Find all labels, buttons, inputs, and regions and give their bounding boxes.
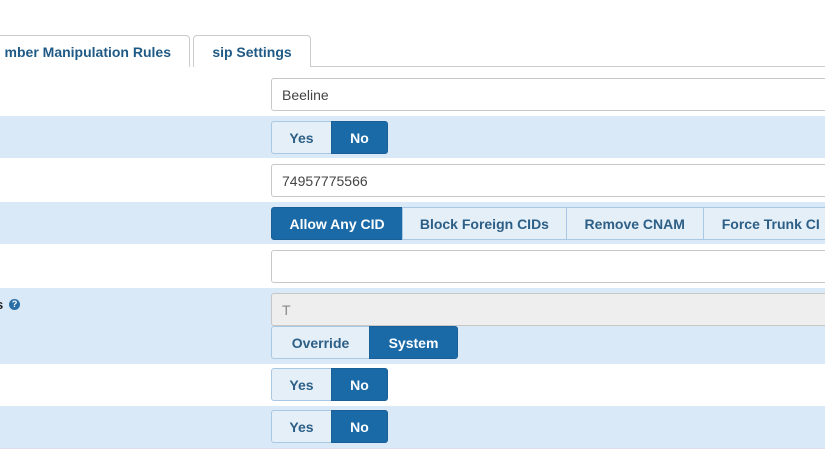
trunk-name-input[interactable]: Beeline bbox=[271, 78, 825, 111]
text-input[interactable] bbox=[271, 250, 825, 283]
yes-no-toggle-b: Yes No bbox=[271, 410, 388, 443]
tab-divider bbox=[311, 66, 825, 67]
trunk-name-row: Beeline bbox=[0, 75, 825, 116]
tab-number-manipulation-rules[interactable]: mber Manipulation Rules bbox=[0, 35, 190, 67]
cid-options-group: Allow Any CID Block Foreign CIDs Remove … bbox=[271, 207, 825, 240]
yes-no-toggle-a: Yes No bbox=[271, 368, 388, 401]
yes-button[interactable]: Yes bbox=[271, 410, 332, 443]
label-text: ns bbox=[0, 297, 3, 312]
tab-sip-settings[interactable]: sip Settings bbox=[193, 35, 311, 67]
help-icon[interactable]: ? bbox=[9, 299, 21, 310]
toggle-row-b: Yes No bbox=[0, 406, 825, 449]
toggle-row-a: Yes No bbox=[0, 364, 825, 406]
asterisk-channels-row: ns ? T Override System bbox=[0, 288, 825, 364]
empty-field-row bbox=[0, 244, 825, 288]
override-system-toggle: Override System bbox=[271, 326, 458, 359]
force-trunk-cid-button[interactable]: Force Trunk CI bbox=[702, 207, 825, 240]
block-foreign-cids-button[interactable]: Block Foreign CIDs bbox=[402, 207, 567, 240]
outbound-callerid-input[interactable]: 74957775566 bbox=[271, 164, 825, 197]
no-button[interactable]: No bbox=[331, 368, 388, 401]
yes-button[interactable]: Yes bbox=[271, 121, 332, 154]
yes-button[interactable]: Yes bbox=[271, 368, 332, 401]
cid-options-row: Allow Any CID Block Foreign CIDs Remove … bbox=[0, 202, 825, 244]
allow-any-cid-button[interactable]: Allow Any CID bbox=[271, 207, 404, 240]
remove-cnam-button[interactable]: Remove CNAM bbox=[565, 207, 704, 240]
hide-callerid-row: Yes No bbox=[0, 116, 825, 158]
hide-callerid-toggle: Yes No bbox=[271, 121, 388, 154]
outbound-callerid-row: 74957775566 bbox=[0, 158, 825, 202]
asterisk-channels-label: ns ? bbox=[0, 297, 21, 312]
no-button[interactable]: No bbox=[331, 121, 388, 154]
system-button[interactable]: System bbox=[369, 326, 458, 359]
override-button[interactable]: Override bbox=[271, 326, 370, 359]
asterisk-channels-input: T bbox=[271, 293, 825, 326]
no-button[interactable]: No bbox=[331, 410, 388, 443]
tab-bar: mber Manipulation Rules sip Settings bbox=[0, 0, 825, 67]
